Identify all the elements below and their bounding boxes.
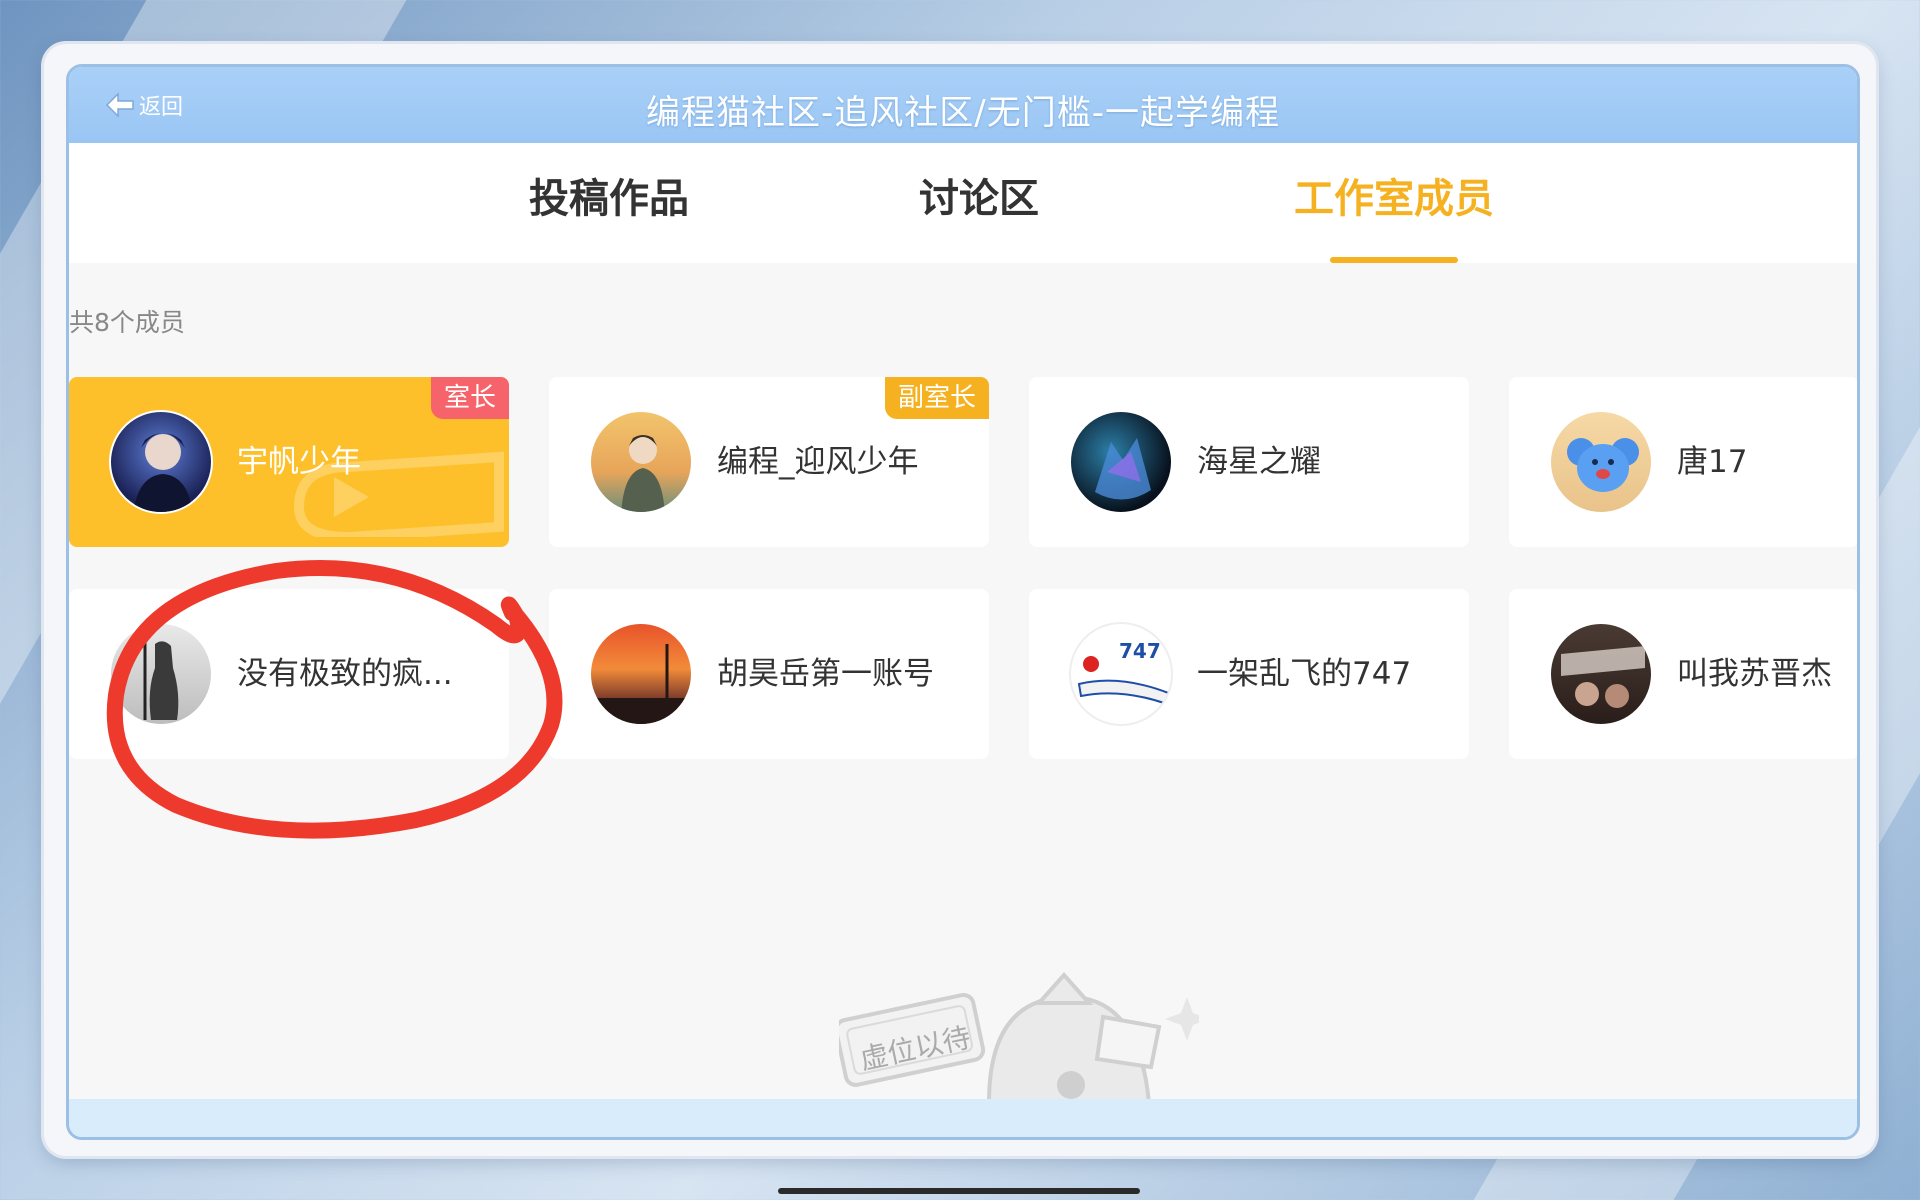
role-badge: 室长 <box>430 377 509 419</box>
svg-text:747: 747 <box>1119 639 1161 663</box>
tab-label: 讨论区 <box>919 176 1039 222</box>
avatar[interactable]: 747 <box>1069 622 1173 726</box>
member-name: 没有极致的疯... <box>237 656 453 692</box>
avatar[interactable] <box>109 410 213 514</box>
sunset-avatar-icon <box>591 644 691 724</box>
avatar[interactable] <box>1549 410 1653 514</box>
anime-boy-avatar-icon <box>133 433 193 512</box>
member-card[interactable]: 宇帆少年 室长 <box>69 377 509 547</box>
header-bar: 返回 编程猫社区-追风社区/无门槛-一起学编程 <box>69 67 1857 143</box>
wolf-avatar-icon <box>1095 438 1151 500</box>
avatar[interactable] <box>109 622 213 726</box>
member-name: 一架乱飞的747 <box>1197 656 1412 692</box>
member-name: 海星之耀 <box>1197 444 1321 480</box>
member-name: 胡昊岳第一账号 <box>717 656 934 692</box>
tab-submissions[interactable]: 投稿作品 <box>509 143 709 263</box>
member-name: 唐17 <box>1677 444 1748 480</box>
tab-discussion[interactable]: 讨论区 <box>899 143 1059 263</box>
poster-avatar-icon <box>1561 646 1645 708</box>
home-indicator[interactable] <box>778 1188 1140 1194</box>
tab-label: 工作室成员 <box>1294 176 1494 222</box>
member-card[interactable]: 编程_迎风少年 副室长 <box>549 377 989 547</box>
member-card[interactable]: 没有极致的疯... <box>69 589 509 759</box>
ink-figure-avatar-icon <box>143 638 179 720</box>
avatar[interactable] <box>589 622 693 726</box>
member-name: 叫我苏晋杰 <box>1677 656 1832 692</box>
page-title: 编程猫社区-追风社区/无门槛-一起学编程 <box>646 93 1280 133</box>
member-name: 宇帆少年 <box>237 444 361 480</box>
active-tab-indicator <box>1330 257 1458 263</box>
member-card[interactable]: 海星之耀 <box>1029 377 1469 547</box>
studio-panel: 返回 编程猫社区-追风社区/无门槛-一起学编程 投稿作品 讨论区 工作室成员 共… <box>66 64 1860 1140</box>
member-card[interactable]: 唐17 <box>1509 377 1857 547</box>
member-card[interactable]: 747 一架乱飞的747 <box>1029 589 1469 759</box>
avatar[interactable] <box>1549 622 1653 726</box>
tab-bar: 投稿作品 讨论区 工作室成员 <box>69 143 1857 263</box>
avatar[interactable] <box>1069 410 1173 514</box>
tab-members[interactable]: 工作室成员 <box>1284 143 1504 263</box>
tab-label: 投稿作品 <box>529 176 689 222</box>
koala-avatar-icon <box>1567 438 1639 492</box>
member-card[interactable]: 胡昊岳第一账号 <box>549 589 989 759</box>
airplane-avatar-icon: 747 <box>1077 639 1171 706</box>
role-badge: 副室长 <box>884 377 989 419</box>
bottom-bar <box>69 1099 1857 1137</box>
member-count: 共8个成员 <box>69 308 185 337</box>
member-card[interactable]: 叫我苏晋杰 <box>1509 589 1857 759</box>
anime-sky-avatar-icon <box>621 435 665 512</box>
avatar[interactable] <box>589 410 693 514</box>
